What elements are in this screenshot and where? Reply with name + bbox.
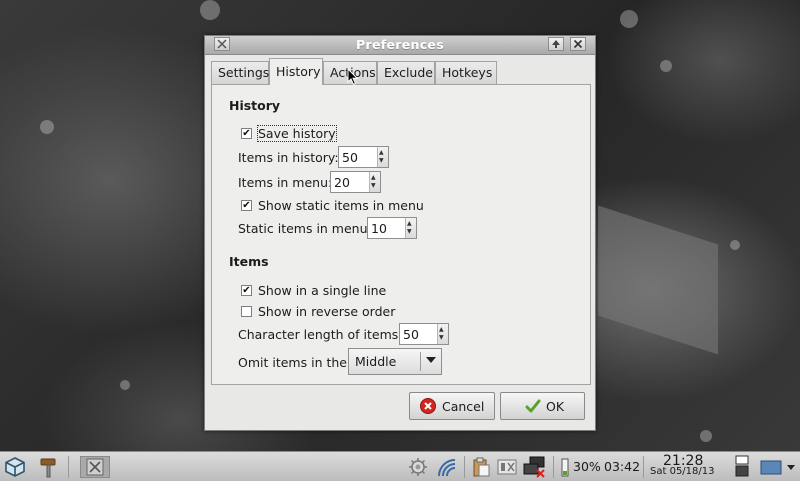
save-history-checkbox[interactable]: ✔ <box>241 128 252 139</box>
checkmark-icon <box>525 399 541 413</box>
spinner-arrows[interactable]: ▲ ▼ <box>369 172 380 192</box>
launcher-button[interactable] <box>37 456 61 478</box>
taskbar-separator <box>553 456 554 478</box>
clipboard-icon <box>473 457 490 477</box>
clipboard-tray-button[interactable] <box>470 456 492 478</box>
window-title: Preferences <box>356 37 444 52</box>
ok-button[interactable]: OK <box>500 392 585 420</box>
spinner-arrows[interactable]: ▲ ▼ <box>377 147 388 167</box>
spinner-arrows[interactable]: ▲ ▼ <box>437 324 448 344</box>
close-button[interactable] <box>570 37 586 51</box>
gear-icon <box>409 458 427 476</box>
reverse-order-label[interactable]: Show in reverse order <box>258 304 395 319</box>
close-icon <box>573 39 583 49</box>
omit-label: Omit items in the: <box>238 355 352 370</box>
background-bokeh <box>700 430 712 442</box>
items-in-menu-spinner[interactable]: 20 ▲ ▼ <box>330 171 381 193</box>
static-items-label: Static items in menu: <box>238 221 372 236</box>
toggle-tray-button[interactable] <box>496 456 518 478</box>
taskbar-separator <box>464 456 465 478</box>
items-in-history-value[interactable]: 50 <box>342 150 358 165</box>
taskbar-window-preferences[interactable] <box>80 456 110 478</box>
items-in-history-label: Items in history: <box>238 150 339 165</box>
tools-icon <box>86 458 104 476</box>
spin-up-icon[interactable]: ▲ <box>379 150 384 156</box>
chevron-down-icon[interactable] <box>426 357 436 363</box>
cancel-label: Cancel <box>442 399 485 414</box>
battery-icon <box>561 458 569 477</box>
tab-exclude[interactable]: Exclude <box>377 61 435 84</box>
static-items-value[interactable]: 10 <box>371 221 387 236</box>
desktop-pager[interactable] <box>734 454 756 478</box>
hammer-icon <box>40 458 56 478</box>
spin-up-icon[interactable]: ▲ <box>439 327 444 333</box>
taskbar: 30% 03:42 21:28 Sat 05/18/13 <box>0 451 800 481</box>
items-section-title: Items <box>229 254 269 269</box>
spin-down-icon[interactable]: ▼ <box>379 158 384 164</box>
monitor-icon <box>760 460 782 475</box>
taskbar-separator <box>643 456 644 478</box>
tab-settings[interactable]: Settings <box>211 61 269 84</box>
show-desktop-button[interactable] <box>760 456 782 478</box>
single-line-label[interactable]: Show in a single line <box>258 283 386 298</box>
spin-up-icon[interactable]: ▲ <box>371 175 376 181</box>
workspace-icon <box>735 455 749 477</box>
omit-position-value[interactable]: Middle <box>355 354 396 369</box>
spin-up-icon[interactable]: ▲ <box>407 221 412 227</box>
network-tray-button[interactable] <box>522 456 548 478</box>
battery-percent: 30% <box>573 459 601 474</box>
taskbar-menu-button[interactable] <box>784 456 798 478</box>
background-bokeh <box>40 120 54 134</box>
show-static-checkbox[interactable]: ✔ <box>241 200 252 211</box>
background-bokeh <box>730 240 740 250</box>
reverse-order-checkbox[interactable] <box>241 306 252 317</box>
wireless-tray-button[interactable] <box>435 456 459 478</box>
start-menu-button[interactable] <box>3 456 27 478</box>
arrow-up-icon <box>552 40 560 48</box>
wifi-icon <box>438 459 456 477</box>
omit-position-select[interactable]: Middle <box>348 348 442 375</box>
items-in-menu-label: Items in menu: <box>238 175 333 190</box>
background-bokeh <box>120 380 130 390</box>
single-line-checkbox[interactable]: ✔ <box>241 285 252 296</box>
background-shape <box>598 205 718 355</box>
static-items-spinner[interactable]: 10 ▲ ▼ <box>367 217 417 239</box>
preferences-window: Preferences Settings History Actions Exc… <box>204 35 596 431</box>
tab-history[interactable]: History <box>269 58 323 85</box>
char-length-value[interactable]: 50 <box>403 327 419 342</box>
items-in-menu-value[interactable]: 20 <box>334 175 350 190</box>
spin-down-icon[interactable]: ▼ <box>439 335 444 341</box>
cancel-icon <box>420 398 436 414</box>
combo-separator <box>420 352 421 371</box>
char-length-spinner[interactable]: 50 ▲ ▼ <box>399 323 449 345</box>
chevron-down-icon <box>787 465 795 470</box>
spinner-arrows[interactable]: ▲ ▼ <box>405 218 416 238</box>
background-bokeh <box>200 0 220 20</box>
clock-date[interactable]: Sat 05/18/13 <box>650 466 715 477</box>
cancel-button[interactable]: Cancel <box>409 392 495 420</box>
maximize-button[interactable] <box>548 37 564 51</box>
background-bokeh <box>620 10 638 28</box>
settings-tray-button[interactable] <box>407 456 429 478</box>
battery-tray-button[interactable] <box>560 456 570 478</box>
show-static-label[interactable]: Show static items in menu <box>258 198 424 213</box>
tab-hotkeys[interactable]: Hotkeys <box>435 61 497 84</box>
title-bar[interactable]: Preferences <box>205 36 595 55</box>
cube-logo-icon <box>5 457 25 477</box>
history-tab-panel: History ✔ Save history Items in history:… <box>211 84 591 385</box>
battery-time: 03:42 <box>604 459 641 474</box>
items-in-history-spinner[interactable]: 50 ▲ ▼ <box>338 146 389 168</box>
char-length-label: Character length of items: <box>238 327 403 342</box>
history-section-title: History <box>229 98 281 113</box>
spin-down-icon[interactable]: ▼ <box>371 183 376 189</box>
network-disconnected-icon <box>523 456 545 478</box>
ok-label: OK <box>546 399 565 414</box>
mouse-cursor-icon <box>347 68 359 86</box>
switches-icon <box>497 459 517 475</box>
save-history-label[interactable]: Save history <box>257 125 337 142</box>
spin-down-icon[interactable]: ▼ <box>407 229 412 235</box>
background-bokeh <box>660 60 672 72</box>
taskbar-separator <box>68 456 69 478</box>
